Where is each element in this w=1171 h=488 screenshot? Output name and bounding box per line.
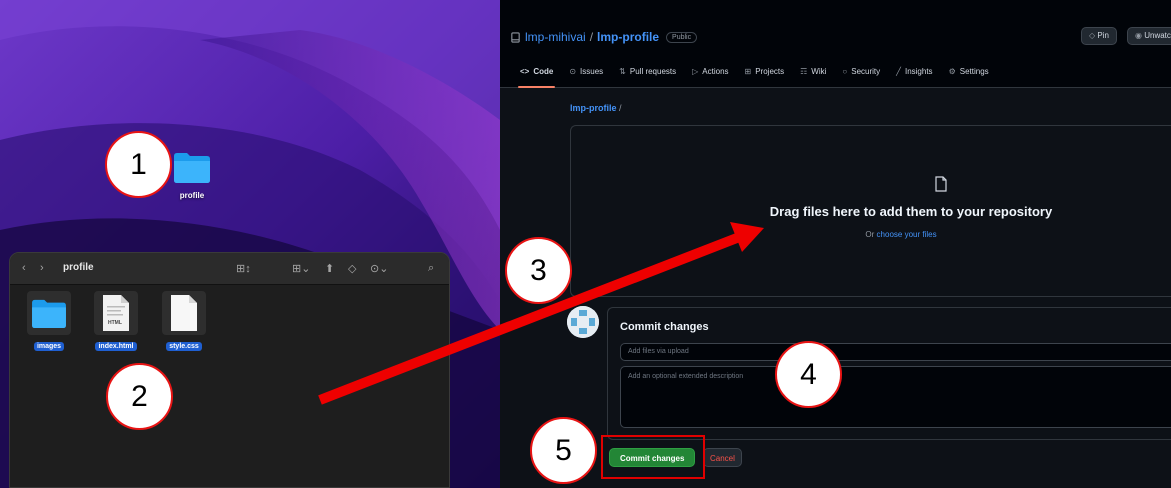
repo-icon xyxy=(511,31,520,43)
shield-icon: ○ xyxy=(842,66,848,76)
tag-icon[interactable]: ◇ xyxy=(348,262,356,275)
tab-label: Security xyxy=(851,66,881,76)
desktop-folder[interactable] xyxy=(172,150,212,189)
tab-insights[interactable]: ╱ Insights xyxy=(896,62,932,80)
pull-request-icon: ⇅ xyxy=(619,66,626,76)
finder-item-label: images xyxy=(33,342,65,351)
commit-description-textarea[interactable]: Add an optional extended description xyxy=(620,366,1171,428)
code-icon: <> xyxy=(520,66,530,76)
pin-icon: ◇ xyxy=(1089,31,1096,40)
tab-wiki[interactable]: ☶ Wiki xyxy=(800,62,826,80)
avatar xyxy=(567,306,599,338)
tab-label: Insights xyxy=(904,66,933,76)
breadcrumb-separator: / xyxy=(619,103,622,113)
commit-summary-input[interactable]: Add files via upload xyxy=(620,343,1171,361)
tab-label: Settings xyxy=(959,66,989,76)
dropzone-prefix: Or xyxy=(865,230,875,239)
dropzone-subtitle: Or choose your files xyxy=(571,230,1171,239)
finder-item-thumb xyxy=(27,291,71,335)
dropzone-title: Drag files here to add them to your repo… xyxy=(769,204,1053,219)
gear-icon: ⚙ xyxy=(948,66,956,76)
tab-pull-requests[interactable]: ⇅ Pull requests xyxy=(619,62,676,80)
tab-settings[interactable]: ⚙ Settings xyxy=(949,62,989,80)
visibility-badge: Public xyxy=(666,31,698,43)
file-dropzone[interactable]: Drag files here to add them to your repo… xyxy=(570,125,1171,297)
step-1-marker: 1 xyxy=(105,131,172,198)
repo-separator: / xyxy=(589,30,594,44)
finder-item-thumb xyxy=(162,291,206,335)
finder-item-thumb xyxy=(94,291,138,335)
tab-security[interactable]: ○ Security xyxy=(842,62,880,80)
choose-files-link[interactable]: choose your files xyxy=(877,230,937,239)
step-2-marker: 2 xyxy=(106,363,173,430)
finder-window: ‹ › profile ⊞↕ ⊞⌄ ⬆ ◇ ⊙⌄ ⌕ images index.… xyxy=(9,252,450,488)
breadcrumb-repo-link[interactable]: lmp-profile xyxy=(570,103,617,113)
unwatch-label: Unwatc xyxy=(1144,31,1171,40)
back-icon[interactable]: ‹ xyxy=(22,262,26,274)
tab-label: Projects xyxy=(755,66,785,76)
step-4-marker: 4 xyxy=(775,341,842,408)
finder-title: profile xyxy=(63,262,94,273)
repo-owner-link[interactable]: lmp-mihivai xyxy=(525,30,586,44)
tab-projects[interactable]: ⊞ Projects xyxy=(745,62,785,80)
search-icon[interactable]: ⌕ xyxy=(428,262,434,275)
unwatch-button[interactable]: ◉ Unwatc xyxy=(1127,27,1171,45)
tab-label: Code xyxy=(533,66,554,76)
share-icon[interactable]: ⬆ xyxy=(325,262,334,275)
cancel-button[interactable]: Cancel xyxy=(703,448,742,467)
commit-form: Commit changes Add files via upload Add … xyxy=(607,307,1171,440)
finder-item-label: style.css xyxy=(166,342,202,351)
breadcrumb: lmp-profile / xyxy=(570,103,622,113)
github-upload-page: lmp-mihivai / lmp-profile Public ◇ Pin ◉… xyxy=(500,0,1171,488)
repo-header: lmp-mihivai / lmp-profile Public ◇ Pin ◉… xyxy=(500,0,1171,88)
tab-label: Issues xyxy=(580,66,604,76)
finder-item-index-html[interactable]: index.html HTML xyxy=(88,291,144,353)
identicon-icon xyxy=(567,306,599,338)
book-icon: ☶ xyxy=(800,66,808,76)
forward-icon[interactable]: › xyxy=(40,262,44,274)
html-file-icon xyxy=(103,295,129,331)
table-icon: ⊞ xyxy=(744,66,752,76)
step-3-marker: 3 xyxy=(505,237,572,304)
tab-label: Actions xyxy=(702,66,729,76)
desktop-folder-label: profile xyxy=(179,191,205,200)
more-icon[interactable]: ⊙⌄ xyxy=(370,262,388,275)
pin-label: Pin xyxy=(1097,31,1109,40)
graph-icon: ╱ xyxy=(896,66,901,76)
repo-tabs: <> Code ⊙ Issues ⇅ Pull requests ▷ Actio… xyxy=(517,62,1005,88)
tab-issues[interactable]: ⊙ Issues xyxy=(569,62,603,80)
css-file-icon xyxy=(171,295,197,331)
repo-name-link[interactable]: lmp-profile xyxy=(597,30,659,44)
folder-icon xyxy=(32,299,66,329)
tab-label: Wiki xyxy=(811,66,827,76)
issue-icon: ⊙ xyxy=(569,66,577,76)
finder-toolbar: ‹ › profile ⊞↕ ⊞⌄ ⬆ ◇ ⊙⌄ ⌕ xyxy=(10,253,449,285)
commit-form-title: Commit changes xyxy=(620,321,709,333)
highlight-box xyxy=(601,435,705,479)
finder-item-label: index.html xyxy=(95,342,137,351)
file-icon xyxy=(935,176,947,192)
desktop: profile ‹ › profile ⊞↕ ⊞⌄ ⬆ ◇ ⊙⌄ ⌕ image… xyxy=(0,0,500,488)
pin-button[interactable]: ◇ Pin xyxy=(1081,27,1117,45)
repo-title: lmp-mihivai / lmp-profile Public xyxy=(510,30,698,44)
folder-icon xyxy=(174,153,210,183)
tab-actions[interactable]: ▷ Actions xyxy=(692,62,728,80)
finder-item-images[interactable]: images xyxy=(21,291,77,353)
step-5-marker: 5 xyxy=(530,417,597,484)
icon-view-icon[interactable]: ⊞↕ xyxy=(236,262,251,275)
file-type-badge: HTML xyxy=(108,320,122,326)
eye-icon: ◉ xyxy=(1135,31,1142,40)
finder-item-style-css[interactable]: style.css xyxy=(156,291,212,353)
play-icon: ▷ xyxy=(692,66,699,76)
tab-code[interactable]: <> Code xyxy=(517,62,556,88)
group-icon[interactable]: ⊞⌄ xyxy=(292,262,310,275)
tab-label: Pull requests xyxy=(629,66,677,76)
